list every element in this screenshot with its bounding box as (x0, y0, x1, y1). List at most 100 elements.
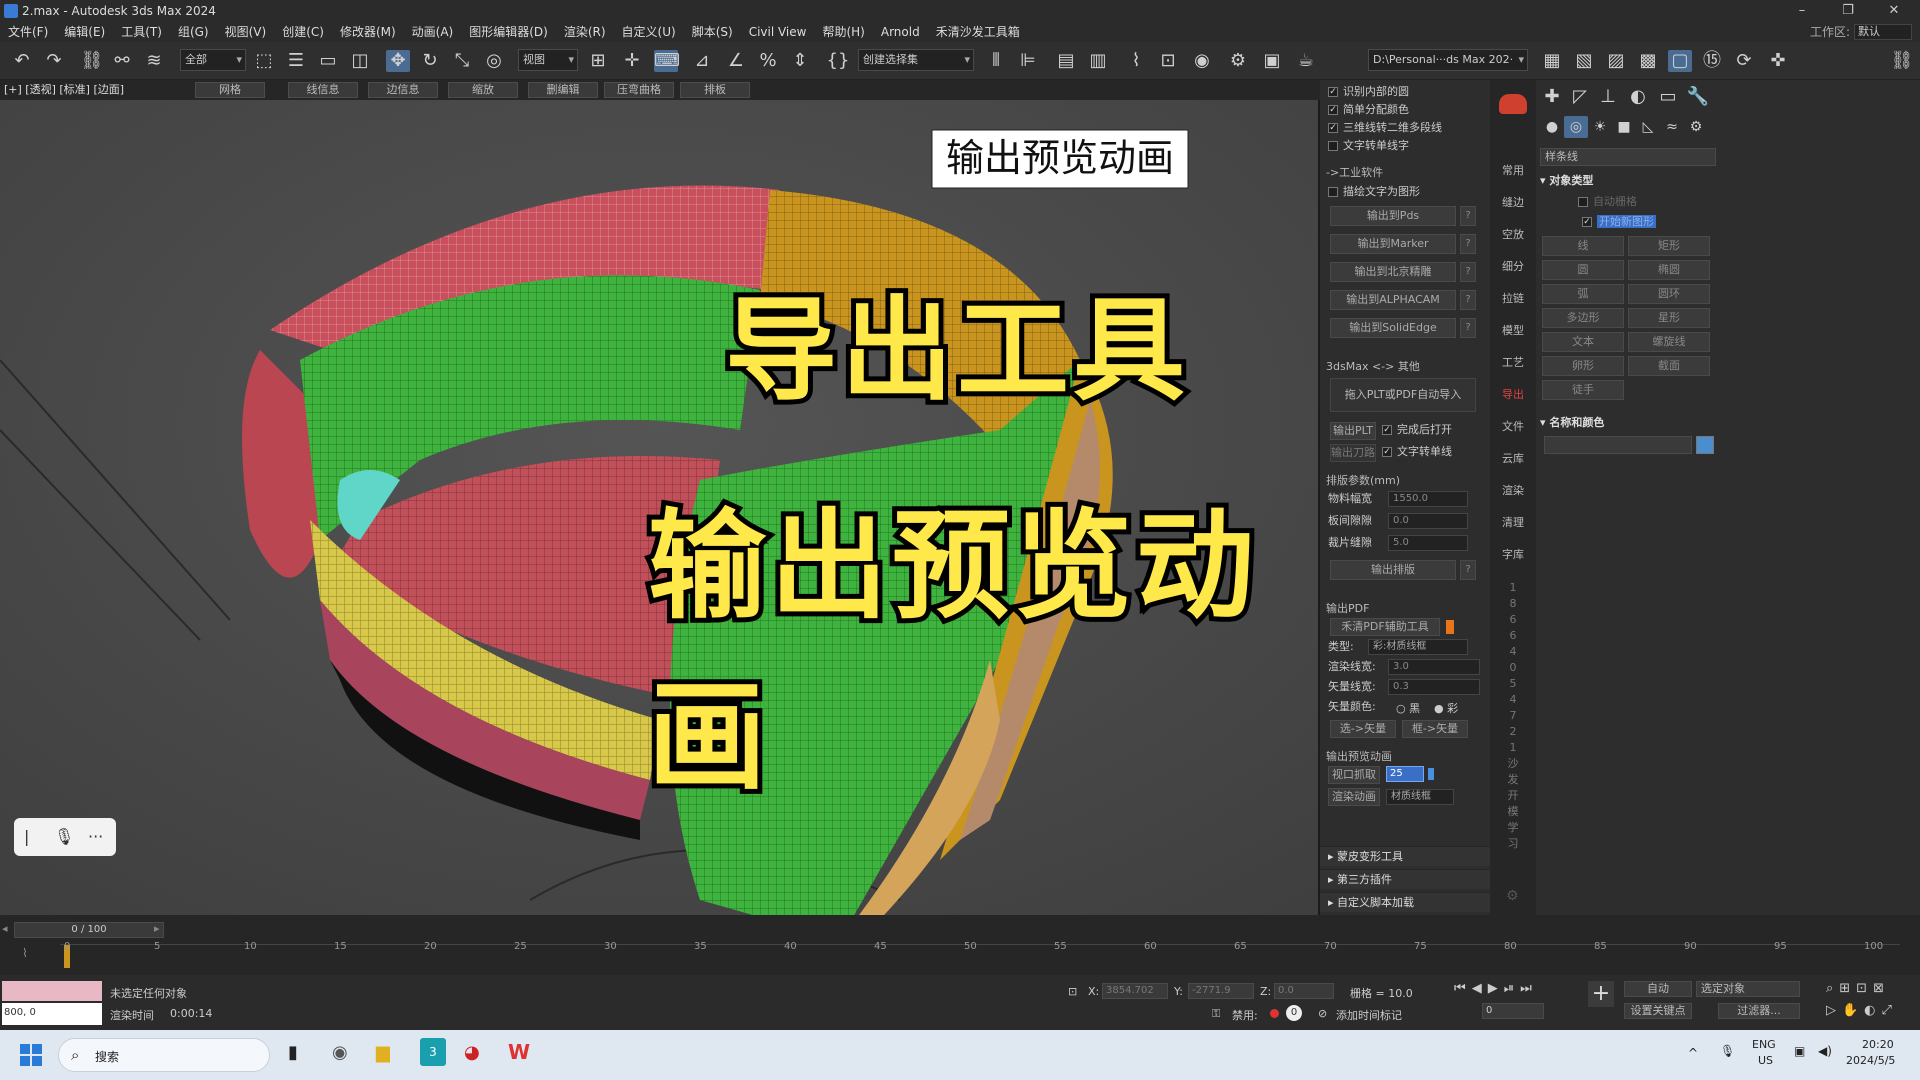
lang-secondary[interactable]: US (1758, 1054, 1773, 1067)
curve-editor-mini-icon[interactable]: ⌇ (22, 946, 28, 960)
rollout-skin-deform[interactable]: ▸ 蒙皮变形工具 (1320, 846, 1490, 866)
playback-controls[interactable]: ⏮◀▶⏯⏭ (1454, 981, 1538, 996)
scale-icon[interactable]: ⤡ (450, 50, 474, 72)
checkbox[interactable]: ✓ (1582, 217, 1592, 227)
ribbon-nest[interactable]: 排板 (680, 82, 750, 98)
place-icon[interactable]: ◎ (482, 50, 506, 72)
recorder-app-icon[interactable]: ◕ (464, 1042, 480, 1063)
tab-export[interactable]: 导出 (1490, 386, 1536, 402)
menu-modifiers[interactable]: 修改器(M) (332, 22, 404, 42)
fps-input[interactable]: 25 (1386, 766, 1424, 782)
param-board-gap-input[interactable]: 0.0 (1388, 513, 1468, 529)
current-frame-input[interactable]: 0 (1482, 1003, 1544, 1019)
maximize-button[interactable]: ❐ (1826, 0, 1870, 22)
tab-fonts[interactable]: 字库 (1490, 546, 1536, 562)
volume-icon[interactable]: ◀) (1818, 1044, 1832, 1058)
check-text-to-shape[interactable]: 描绘文字为图形 (1328, 184, 1420, 200)
more-icon[interactable]: ··· (88, 818, 103, 856)
render-setup-icon[interactable]: ⚙ (1226, 50, 1250, 72)
save-icon[interactable]: ▧ (1572, 50, 1596, 72)
taskbar-search[interactable]: ⌕ 搜索 (58, 1038, 270, 1072)
x-coord-input[interactable]: 3854.702 (1102, 983, 1168, 999)
tab-seam[interactable]: 缝边 (1490, 194, 1536, 210)
microphone-icon[interactable]: 🎙 (54, 818, 74, 856)
ribbon-scale[interactable]: 缩放 (448, 82, 518, 98)
systems-icon[interactable]: ⚙ (1684, 116, 1708, 138)
modify-tab-icon[interactable]: ◸ (1568, 86, 1592, 108)
selection-to-vector-button[interactable]: 选->矢量 (1330, 720, 1396, 738)
checkbox[interactable]: ✓ (1328, 105, 1338, 115)
sync-icon[interactable]: ⟳ (1732, 50, 1756, 72)
shape-section-button[interactable]: 截面 (1628, 356, 1710, 376)
check-inner-circles[interactable]: ✓ 识别内部的圆 (1328, 84, 1409, 100)
ribbon-line-info[interactable]: 线信息 (288, 82, 358, 98)
shape-ngon-button[interactable]: 多边形 (1542, 308, 1624, 328)
isolate-icon[interactable]: ⚿ (1212, 1007, 1220, 1021)
menu-civil-view[interactable]: Civil View (741, 22, 815, 42)
angle-snap-icon[interactable]: ∠ (724, 50, 748, 72)
shape-star-button[interactable]: 星形 (1628, 308, 1710, 328)
close-button[interactable]: ✕ (1872, 0, 1916, 22)
tab-file[interactable]: 文件 (1490, 418, 1536, 434)
z-coord-input[interactable]: 0.0 (1274, 983, 1334, 999)
utilities-tab-icon[interactable]: 🔧 (1686, 86, 1710, 108)
check-open-after[interactable]: ✓ 完成后打开 (1382, 422, 1452, 438)
script-icon[interactable]: ✜ (1766, 50, 1790, 72)
tab-offset[interactable]: 空放 (1490, 226, 1536, 242)
menu-file[interactable]: 文件(F) (0, 22, 56, 42)
pivot-icon[interactable]: ⊞ (586, 50, 610, 72)
select-by-name-icon[interactable]: ☰ (284, 50, 308, 72)
menu-customize[interactable]: 自定义(U) (614, 22, 684, 42)
wps-app-icon[interactable]: W (508, 1040, 530, 1064)
menu-group[interactable]: 组(G) (170, 22, 217, 42)
pdf-color-swatch[interactable] (1446, 620, 1454, 634)
named-selection-select[interactable]: 创建选择集 (858, 49, 974, 71)
check-autogrid[interactable]: 自动栅格 (1578, 194, 1637, 210)
ref-coord-select[interactable]: 视图 (518, 49, 578, 71)
drop-zone[interactable]: 拖入PLT或PDF自动导入 (1330, 378, 1476, 412)
3dsmax-app-icon[interactable]: 3 (420, 1038, 446, 1066)
network-icon[interactable]: ▣ (1794, 1044, 1805, 1058)
maxscript-input[interactable]: 800, 0 (2, 1003, 102, 1025)
bind-space-warp-icon[interactable]: ≋ (142, 50, 166, 72)
manipulate-icon[interactable]: ✛ (620, 50, 644, 72)
viewport-nav-icons[interactable]: ⌕⊞⊡⊠ (1826, 981, 1890, 996)
spinner-snap-icon[interactable]: ⇕ (788, 50, 812, 72)
selection-filter-select[interactable]: 全部 (180, 49, 246, 71)
help-button[interactable]: ? (1460, 318, 1476, 338)
microphone-tray-icon[interactable]: 🎙 (1720, 1044, 1735, 1058)
shape-circle-button[interactable]: 圆 (1542, 260, 1624, 280)
checkbox[interactable] (1328, 187, 1338, 197)
name-color-rollout[interactable]: ▾ 名称和颜色 (1540, 414, 1716, 432)
y-coord-input[interactable]: -2771.9 (1188, 983, 1254, 999)
checkbox[interactable] (1578, 197, 1588, 207)
rollout-third-party[interactable]: ▸ 第三方插件 (1320, 869, 1490, 889)
lights-icon[interactable]: ☀ (1588, 116, 1612, 138)
menu-graph-editors[interactable]: 图形编辑器(D) (461, 22, 556, 42)
viewport-nav-icons-2[interactable]: ▷✋◐⤢ (1826, 1003, 1898, 1018)
filters-button[interactable]: 过滤器... (1718, 1003, 1800, 1019)
export-jingdiao-button[interactable]: 输出到北京精雕 (1330, 262, 1456, 282)
menu-animation[interactable]: 动画(A) (404, 22, 462, 42)
align-icon[interactable]: ⊫ (1016, 50, 1040, 72)
export-plt-button[interactable]: 输出PLT (1330, 422, 1376, 440)
check-text-single-line[interactable]: 文字转单线字 (1328, 138, 1409, 154)
object-name-input[interactable] (1544, 436, 1692, 454)
clock-date[interactable]: 2024/5/5 (1846, 1054, 1895, 1067)
viewport-label[interactable]: [+] [透视] [标准] [边面] (4, 80, 124, 100)
render-icon[interactable]: ☕ (1294, 50, 1318, 72)
help-button[interactable]: ? (1460, 560, 1476, 580)
counter-icon[interactable]: ⑮ (1700, 50, 1724, 72)
windows-start-icon[interactable] (20, 1044, 42, 1066)
helpers-icon[interactable]: ◺ (1636, 116, 1660, 138)
edit-named-sets-icon[interactable]: {} (826, 50, 850, 72)
time-slider[interactable]: 0 / 100 (14, 922, 164, 938)
material-editor-icon[interactable]: ◉ (1190, 50, 1214, 72)
shape-ellipse-button[interactable]: 椭圆 (1628, 260, 1710, 280)
shape-rectangle-button[interactable]: 矩形 (1628, 236, 1710, 256)
shape-egg-button[interactable]: 卵形 (1542, 356, 1624, 376)
object-type-rollout[interactable]: ▾ 对象类型 (1540, 172, 1716, 190)
object-color-swatch[interactable] (1696, 436, 1714, 454)
link-chain-icon[interactable]: ⛓ (1890, 50, 1914, 72)
redo-icon[interactable]: ↷ (42, 50, 66, 72)
